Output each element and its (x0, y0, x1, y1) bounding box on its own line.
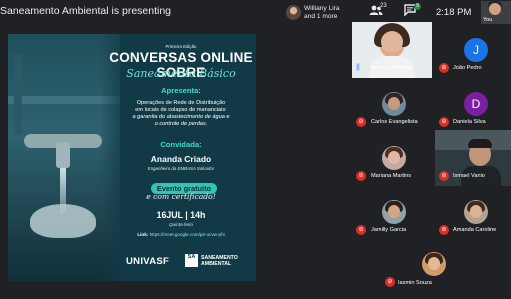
event-link: Link: https://meet.google.com/pir-ucvw-p… (137, 232, 225, 237)
participant-name: Ismael Vanio (453, 173, 485, 179)
meet-window: Saneamento Ambiental is presenting Willi… (0, 0, 511, 299)
slide-subtitle: Saneamento Básico (126, 67, 236, 80)
presents-heading: Apresenta: (161, 86, 201, 95)
participant-name: Mariana Martins (371, 173, 412, 179)
mic-off-icon: ⊘ (356, 117, 366, 127)
mic-off-icon: ⊘ (356, 225, 366, 235)
clock: 2:18 PM (436, 7, 472, 18)
pinned-more: and 1 more (304, 12, 338, 20)
participant-name: Ananda Andrade (371, 65, 413, 71)
participant-name: Amanda Caroline (453, 227, 497, 233)
mic-off-icon: ⊘ (439, 225, 449, 235)
mic-off-icon: ⊘ (439, 117, 449, 127)
participants-count: 23 (380, 3, 387, 9)
pinned-avatar (286, 5, 301, 20)
participant-name: Jamilly Garcia (371, 227, 407, 233)
chat-badge: 9 (414, 3, 421, 10)
guest-role: Engenheira da EMBASA Salvador (147, 166, 215, 171)
slide-edition: Primeira Edição (165, 44, 197, 49)
participant-name: Daniela Silva (453, 119, 486, 125)
pinned-participants-chip[interactable]: Williany Lira and 1 more (286, 2, 349, 23)
self-label: You (483, 17, 493, 23)
certificate-text: e com certificado! (146, 192, 216, 201)
guest-heading: Convidada: (160, 140, 202, 149)
logos: UNIVASF SA SANEAMENTO AMBIENTAL (120, 248, 256, 278)
participant-avatar[interactable] (464, 200, 488, 224)
saneamento-logo-text: SANEAMENTO AMBIENTAL (201, 255, 238, 267)
participant-avatar[interactable]: J (464, 38, 488, 62)
mic-off-icon: ⊘ (356, 171, 366, 181)
mic-off-icon: ⊘ (439, 63, 449, 73)
hands-image (30, 204, 96, 238)
participant-avatar[interactable]: D (464, 92, 488, 116)
participant-avatar[interactable] (382, 92, 406, 116)
self-view[interactable]: You (481, 1, 511, 24)
participant-name: João Pedro (453, 65, 482, 71)
participant-avatar[interactable] (382, 200, 406, 224)
presenting-banner: Saneamento Ambiental is presenting (0, 5, 172, 17)
presentation-slide: Primeira Edição CONVERSAS ONLINE SOBRE S… (8, 34, 256, 281)
participant-name: Carlos Evangelista (371, 119, 418, 125)
talk-title: Operações de Rede de Distribuição em loc… (132, 100, 230, 127)
univasf-logo: UNIVASF (126, 256, 170, 267)
participant-avatar[interactable] (422, 252, 446, 276)
event-weekday: Quinta-feira (168, 222, 193, 227)
mic-off-icon: ⊘ (439, 171, 449, 181)
saneamento-logo-mark: SA (185, 254, 198, 267)
event-date: 16JUL | 14h (156, 210, 206, 220)
audio-level-icon: ||| (356, 64, 360, 71)
mic-off-icon: ⊘ (385, 277, 395, 287)
guest-name: Ananda Criado (150, 154, 212, 164)
self-face (489, 3, 501, 15)
pinned-name: Williany Lira (304, 5, 340, 12)
participant-name: Iasmin Souza (398, 280, 432, 286)
participant-avatar[interactable] (382, 146, 406, 170)
